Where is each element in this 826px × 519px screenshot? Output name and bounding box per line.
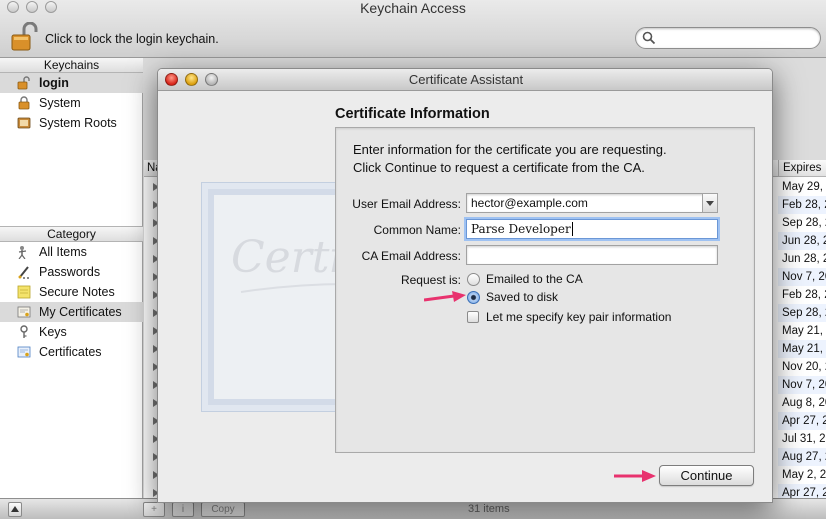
unlocked-padlock-icon [17, 76, 30, 90]
dialog-titlebar: Certificate Assistant [158, 69, 772, 91]
certificate-form: Enter information for the certificate yo… [335, 127, 755, 453]
expires-cell[interactable]: May 2, 20 [778, 466, 826, 484]
intro-text: Enter information for the certificate yo… [353, 141, 743, 177]
sidebar-item-label: My Certificates [39, 305, 122, 319]
annotation-arrow-icon [424, 291, 466, 302]
sidebar-item-all-items[interactable]: All Items [0, 242, 143, 262]
annotation-arrow-icon [614, 470, 656, 482]
user-email-label: User Email Address: [352, 197, 461, 211]
key-icon [20, 325, 28, 338]
sidebar-item-my-certificates[interactable]: My Certificates [0, 302, 143, 322]
sidebar-item-label: Passwords [39, 265, 101, 279]
sidebar-item-label: System Roots [39, 116, 117, 130]
sidebar-item-label: Certificates [39, 345, 102, 359]
people-icon [18, 246, 27, 259]
note-icon [17, 285, 31, 299]
search-field[interactable] [635, 27, 821, 49]
common-name-field[interactable]: Parse Developer [466, 219, 718, 239]
ca-email-label: CA Email Address: [361, 249, 461, 263]
window-title: Keychain Access [360, 0, 466, 16]
expires-cell[interactable]: Nov 7, 20 [778, 376, 826, 394]
expires-cell[interactable]: Aug 27, 2 [778, 448, 826, 466]
sidebar-item-system[interactable]: System [0, 93, 143, 113]
expires-cell[interactable]: Jul 31, 20 [778, 430, 826, 448]
expires-cell[interactable]: Sep 28, 2 [778, 304, 826, 322]
option-saved-label: Saved to disk [486, 290, 559, 304]
common-name-label: Common Name: [373, 223, 461, 237]
certificate-icon [17, 306, 31, 318]
category-header: Category [0, 227, 143, 242]
common-name-value: Parse Developer [471, 222, 571, 236]
sidebar-item-system-roots[interactable]: System Roots [0, 113, 143, 133]
expires-cell[interactable]: Sep 28, 2 [778, 214, 826, 232]
sidebar-item-label: login [39, 76, 69, 90]
lock-keychain-label: Click to lock the login keychain. [45, 32, 219, 46]
expires-cell[interactable]: Feb 28, 2 [778, 196, 826, 214]
sidebar-item-login[interactable]: login [0, 73, 143, 93]
triangle-up-icon [11, 506, 19, 512]
folder-icon [17, 117, 31, 129]
intro-line: Click Continue to request a certificate … [353, 160, 645, 175]
text-cursor [571, 222, 573, 236]
option-emailed-label: Emailed to the CA [486, 272, 583, 286]
checkbox-key-pair-info[interactable] [467, 311, 479, 323]
search-icon [642, 31, 656, 45]
expires-cell[interactable]: Jun 28, 2 [778, 250, 826, 268]
option-keypair-label: Let me specify key pair information [486, 310, 672, 324]
certificate-icon [17, 346, 31, 358]
user-email-value: hector@example.com [471, 196, 588, 210]
main-window-titlebar: Keychain Access Click to lock the login … [0, 0, 826, 58]
sidebar-item-label: All Items [39, 245, 87, 259]
sidebar-item-label: System [39, 96, 81, 110]
section-title: Certificate Information [335, 106, 490, 122]
dialog-title: Certificate Assistant [408, 72, 524, 87]
expires-cell[interactable]: Feb 28, 2 [778, 286, 826, 304]
request-is-label: Request is: [400, 273, 461, 287]
sidebar-item-label: Secure Notes [39, 285, 115, 299]
chevron-down-icon[interactable] [702, 194, 717, 212]
ca-email-field[interactable] [466, 245, 718, 265]
add-item-button[interactable]: + [143, 502, 165, 517]
lock-keychain-button[interactable] [10, 21, 38, 52]
expires-column-header[interactable]: Expires [778, 160, 826, 177]
expires-cell[interactable]: May 21, 2 [778, 340, 826, 358]
sidebar-item-certificates[interactable]: Certificates [0, 342, 143, 362]
sidebar-item-passwords[interactable]: Passwords [0, 262, 143, 282]
intro-line: Enter information for the certificate yo… [353, 142, 667, 157]
sidebar-item-secure-notes[interactable]: Secure Notes [0, 282, 143, 302]
padlock-icon [18, 96, 30, 110]
keychains-header: Keychains [0, 58, 143, 73]
user-email-combobox[interactable]: hector@example.com [466, 193, 718, 213]
radio-saved-to-disk[interactable] [467, 291, 480, 304]
sidebar-item-label: Keys [39, 325, 67, 339]
info-button[interactable]: i [172, 502, 194, 517]
expires-cell[interactable]: Nov 7, 20 [778, 268, 826, 286]
expires-cell[interactable]: May 21, 2 [778, 322, 826, 340]
radio-emailed-to-ca[interactable] [467, 273, 480, 286]
copy-button[interactable]: Copy [201, 502, 245, 517]
show-sidebar-button[interactable] [8, 502, 22, 517]
certificate-assistant-dialog: Certificate Assistant Certificate Certif… [157, 68, 773, 503]
expires-cell[interactable]: Aug 8, 20 [778, 394, 826, 412]
expires-cell[interactable]: Apr 27, 2 [778, 412, 826, 430]
unlocked-padlock-icon [11, 21, 38, 51]
expires-cell[interactable]: Jun 28, 2 [778, 232, 826, 250]
pen-icon [18, 266, 29, 279]
sidebar: Keychains login System System Roots Cate… [0, 58, 143, 498]
sidebar-item-keys[interactable]: Keys [0, 322, 143, 342]
continue-button[interactable]: Continue [659, 465, 754, 486]
expires-cell[interactable]: May 29, 2 [778, 178, 826, 196]
items-count: 31 items [468, 503, 510, 515]
expires-cell[interactable]: Nov 20, 2 [778, 358, 826, 376]
